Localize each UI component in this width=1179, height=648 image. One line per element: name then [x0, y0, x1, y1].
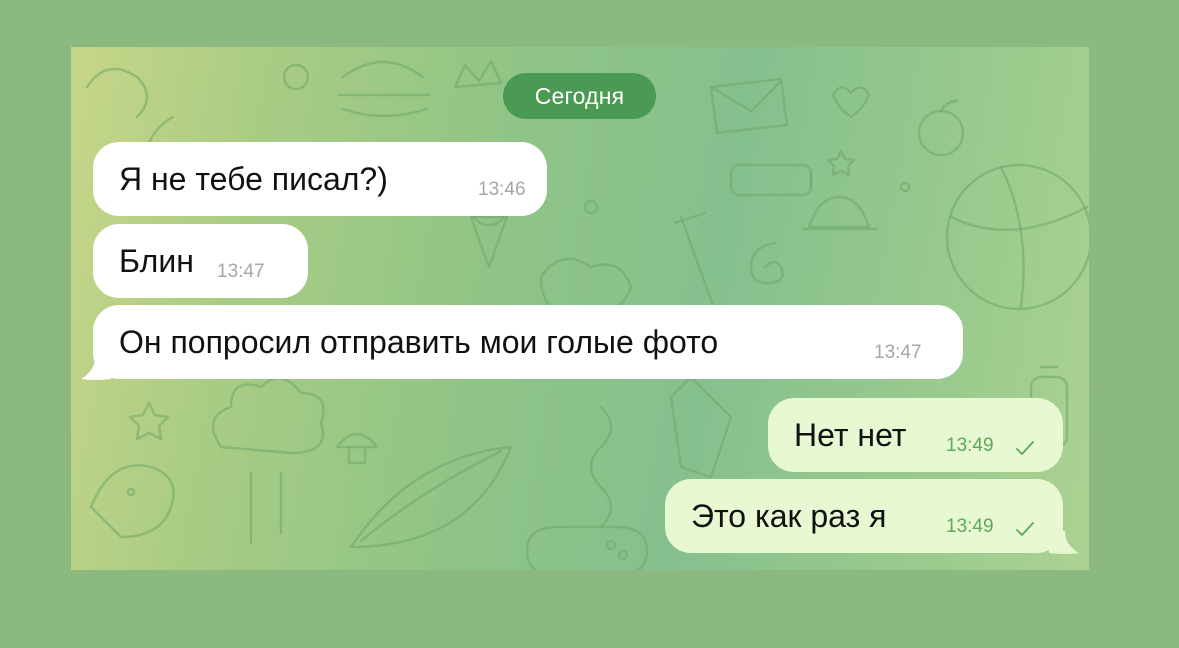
message-text: Я не тебе писал?) [119, 161, 388, 197]
message-time: 13:47 [217, 261, 265, 282]
message-bubble-incoming[interactable]: Блин 13:47 [93, 224, 308, 298]
message-text: Блин [119, 243, 194, 279]
message-time: 13:49 [946, 516, 994, 537]
message-bubble-outgoing[interactable]: Нет нет 13:49 [768, 398, 1063, 472]
message-bubble-incoming[interactable]: Он попросил отправить мои голые фото 13:… [93, 305, 963, 379]
sent-check-icon [1016, 522, 1034, 536]
message-bubble-outgoing[interactable]: Это как раз я 13:49 [665, 479, 1063, 553]
message-time: 13:46 [478, 179, 526, 200]
message-time: 13:47 [874, 342, 922, 363]
message-time: 13:49 [946, 435, 994, 456]
message-text: Он попросил отправить мои голые фото [119, 324, 719, 360]
sent-check-icon [1016, 441, 1034, 455]
message-text: Нет нет [794, 417, 907, 453]
message-bubble-incoming[interactable]: Я не тебе писал?) 13:46 [93, 142, 547, 216]
message-text: Это как раз я [691, 498, 887, 534]
chat-area: Сегодня Я не тебе писал?) 13:46 Блин 13:… [71, 47, 1089, 570]
date-separator: Сегодня [503, 73, 656, 119]
